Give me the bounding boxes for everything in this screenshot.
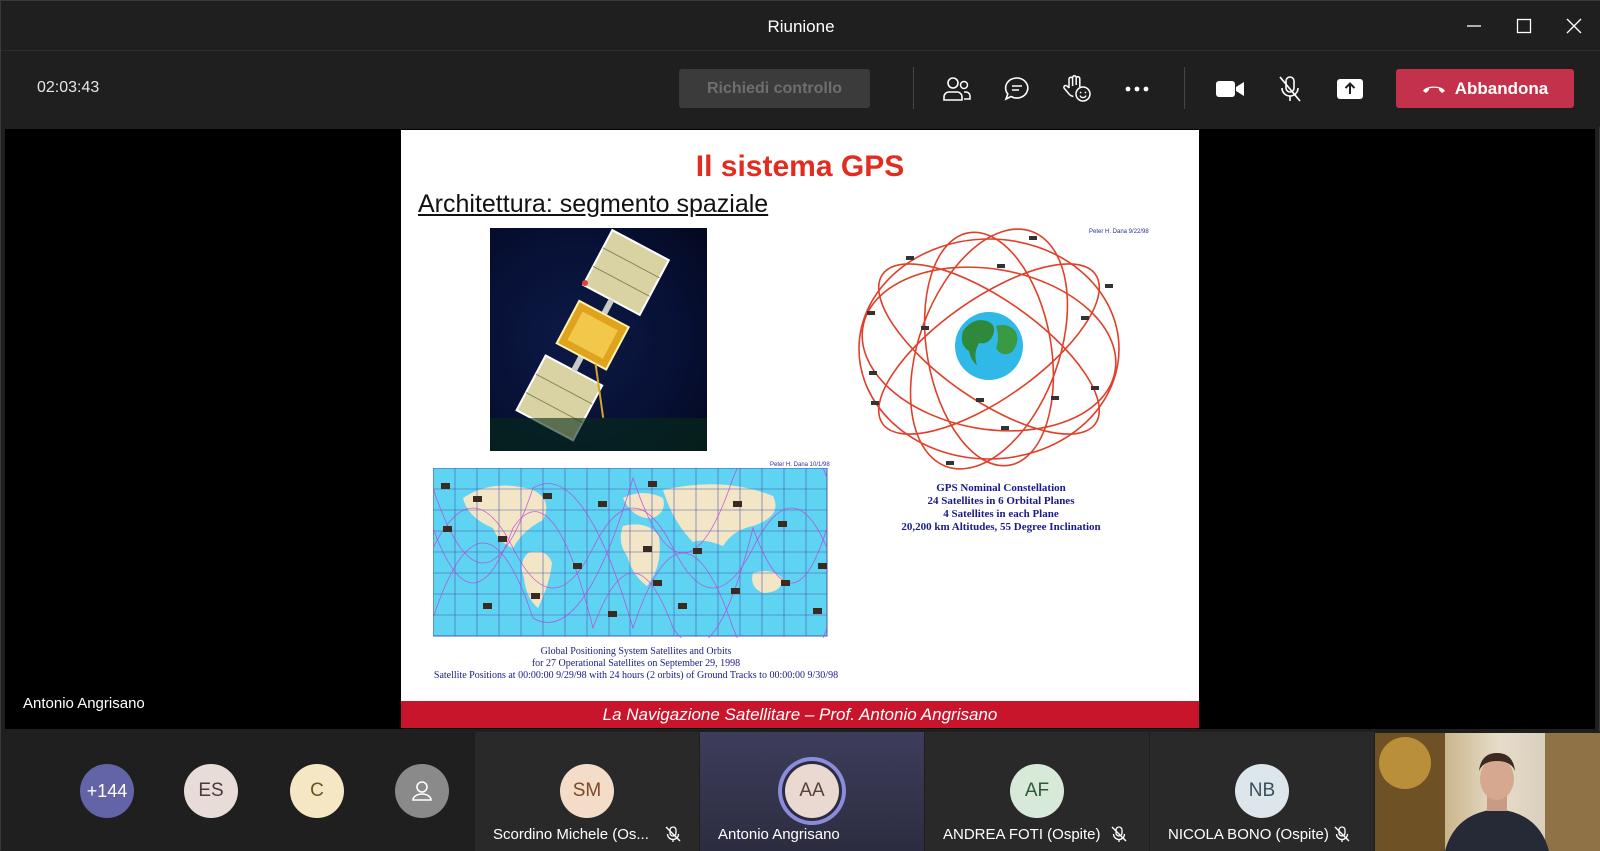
request-control-button[interactable]: Richiedi controllo [679,69,870,108]
mic-muted-icon [1279,76,1301,102]
caption-line: 24 Satellites in 6 Orbital Planes [927,495,1075,507]
avatar: AA [785,764,839,818]
toolbar-divider [1184,67,1185,109]
participant-tile[interactable]: NB NICOLA BONO (Ospite) [1150,732,1374,851]
participants-button[interactable] [938,71,976,107]
more-actions-button[interactable] [1118,71,1156,107]
participant-name: Antonio Angrisano [718,826,840,843]
orbit-credit: Peter H. Dana 9/22/98 [1089,229,1149,235]
ground-track-map: Peter H. Dana 10/1/98 [432,417,837,689]
caption-line: 20,200 km Altitudes, 55 Degree Inclinati… [901,521,1101,533]
toolbar-divider [913,67,914,109]
participant-tile[interactable]: AF ANDREA FOTI (Ospite) [925,732,1149,851]
maximize-button[interactable] [1504,9,1544,43]
caption-line: 4 Satellites in each Plane [943,508,1059,520]
satellite-image [490,228,707,451]
share-icon [1337,79,1363,99]
avatar: AF [1010,764,1064,818]
slide-footer: La Navigazione Satellitare – Prof. Anton… [401,701,1199,728]
slide-subtitle: Architettura: segmento spaziale [418,190,769,218]
meeting-toolbar: 02:03:43 Richiedi controllo Abbandona [1,51,1600,127]
mic-muted-icon [1111,826,1127,842]
caption-line: Satellite Positions at 00:00:00 9/29/98 … [433,670,839,681]
close-button[interactable] [1554,9,1594,43]
map-caption: Global Positioning System Satellites and… [426,646,846,682]
participant-name: NICOLA BONO (Ospite) [1168,826,1329,843]
maximize-icon [1516,18,1532,34]
map-credit: Peter H. Dana 10/1/98 [770,462,830,468]
more-icon [1125,86,1149,92]
mic-button[interactable] [1271,71,1309,107]
avatar: SM [560,764,614,818]
self-video-preview[interactable] [1375,733,1600,851]
chat-icon [1004,77,1029,101]
person-icon [412,781,432,801]
caption-line: GPS Nominal Constellation [936,482,1066,494]
minimize-icon [1467,25,1481,27]
participant-tile[interactable]: SM Scordino Michele (Os... [475,732,699,851]
participant-name: ANDREA FOTI (Ospite) [943,826,1101,843]
participant-name: Scordino Michele (Os... [493,826,649,843]
window-title: Riunione [767,17,835,36]
meeting-timer: 02:03:43 [37,79,100,96]
participants-strip: +144 ES C SM Scordino Michele (Os... AA … [1,731,1600,851]
slide-title: Il sistema GPS [695,150,905,183]
mic-muted-icon [1334,826,1350,842]
participants-icon [943,77,971,101]
camera-button[interactable] [1211,71,1249,107]
presenter-name-label: Antonio Angrisano [23,695,145,712]
leave-label: Abbandona [1454,78,1549,98]
close-icon [1566,18,1582,34]
avatar[interactable]: ES [184,764,238,818]
mic-muted-icon [665,826,681,842]
constellation-caption: GPS Nominal Constellation 24 Satellites … [851,482,1151,534]
leave-button[interactable]: Abbandona [1396,69,1574,108]
reactions-button[interactable] [1058,71,1096,107]
avatar[interactable]: C [290,764,344,818]
chat-button[interactable] [998,71,1036,107]
title-bar: Riunione [1,1,1600,51]
hang-up-icon [1422,86,1445,93]
caption-line: Global Positioning System Satellites and… [540,646,732,657]
gps-constellation-diagram: Peter H. Dana 9/22/98 [851,226,1151,471]
caption-line: for 27 Operational Satellites on Septemb… [531,658,741,669]
reactions-icon [1063,74,1091,102]
minimize-button[interactable] [1454,9,1494,43]
avatar[interactable] [395,764,449,818]
presentation-slide: Il sistema GPS Architettura: segmento sp… [401,130,1199,728]
camera-icon [1216,81,1244,97]
participant-tile[interactable]: AA Antonio Angrisano [700,732,924,851]
avatar: NB [1235,764,1289,818]
overflow-participants-button[interactable]: +144 [80,764,134,818]
share-screen-button[interactable] [1331,71,1369,107]
meeting-window: Riunione 02:03:43 Richiedi controllo Abb… [0,0,1600,851]
shared-content-stage: Il sistema GPS Architettura: segmento sp… [5,129,1595,729]
